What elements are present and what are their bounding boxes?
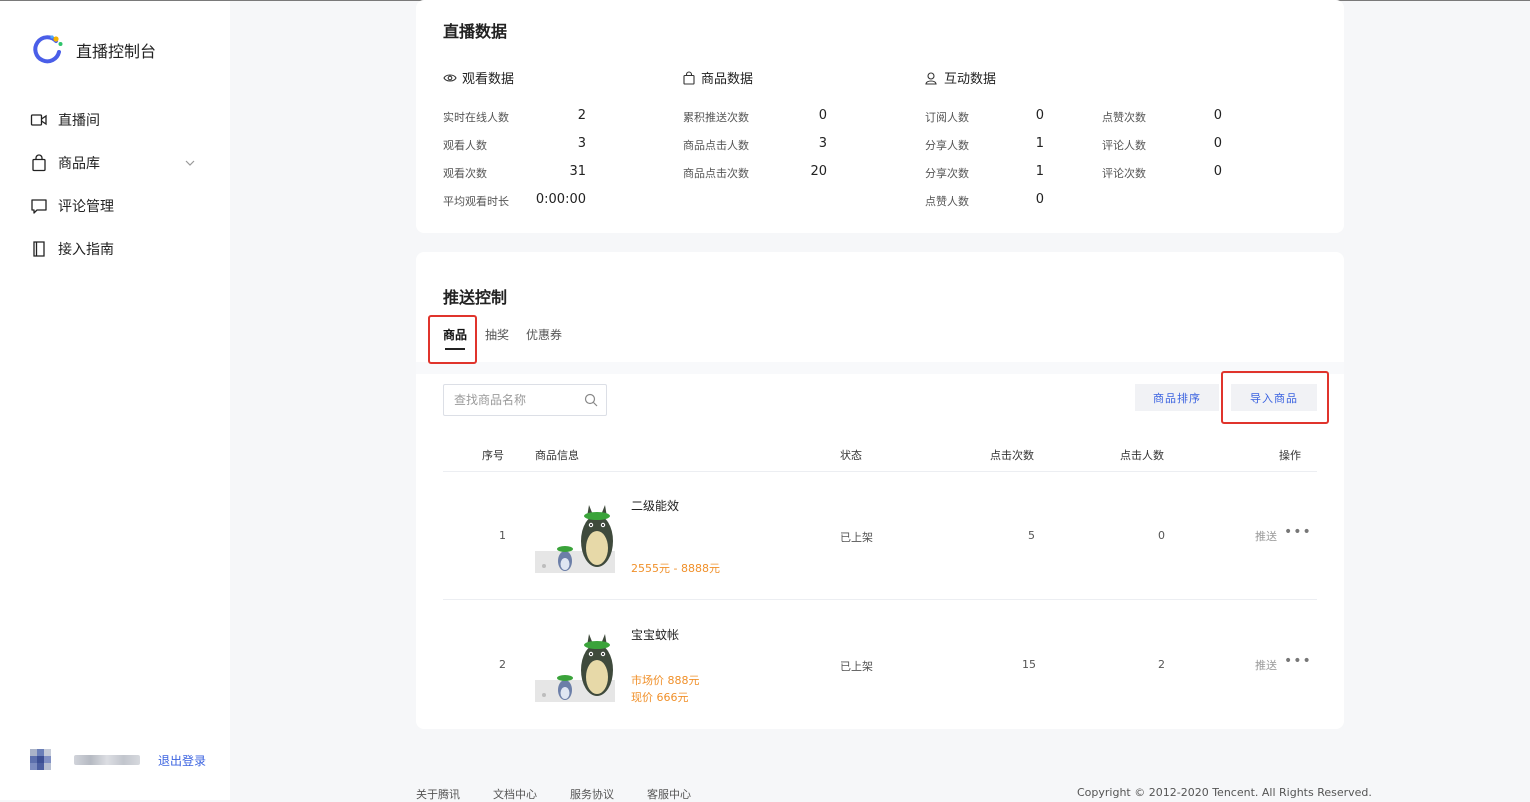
video-camera-icon — [30, 114, 47, 126]
column-header-product-info: 商品信息 — [535, 449, 579, 462]
stat-value: 31 — [569, 164, 586, 179]
sort-products-button[interactable]: 商品排序 — [1135, 384, 1219, 411]
product-price: 2555元 - 8888元 — [631, 562, 720, 575]
stat-label: 累积推送次数 — [683, 111, 749, 124]
stat-label: 评论人数 — [1102, 139, 1146, 152]
comment-icon — [31, 199, 47, 214]
stat-value: 1 — [1035, 136, 1044, 151]
stat-value: 20 — [810, 164, 827, 179]
chevron-down-icon[interactable] — [184, 157, 196, 169]
product-current-price: 现价 666元 — [631, 691, 689, 704]
stat-value: 0 — [1213, 108, 1222, 123]
tabs-divider-band — [416, 362, 1344, 374]
stat-label: 分享次数 — [925, 167, 969, 180]
row-index: 2 — [499, 658, 506, 671]
stat-label: 订阅人数 — [925, 111, 969, 124]
push-control-title: 推送控制 — [443, 288, 508, 307]
stat-value: 0:00:00 — [535, 192, 586, 207]
goods-data-heading: 商品数据 — [682, 68, 753, 87]
more-options-icon[interactable]: ••• — [1284, 524, 1312, 540]
sidebar-item-product-library[interactable]: 商品库 — [30, 153, 200, 173]
table-divider — [443, 471, 1317, 472]
user-name-blurred — [74, 755, 140, 765]
eye-icon — [443, 73, 457, 82]
stat-label: 实时在线人数 — [443, 111, 509, 124]
sidebar-item-live-room[interactable]: 直播间 — [30, 110, 200, 130]
column-header-clicks: 点击次数 — [990, 449, 1034, 462]
product-market-price: 市场价 888元 — [631, 674, 700, 687]
stat-label: 观看次数 — [443, 167, 487, 180]
stat-label: 点赞次数 — [1102, 111, 1146, 124]
product-thumbnail-image[interactable] — [535, 493, 615, 573]
sidebar: 直播控制台 直播间 商品库 评论管理 接入指南 退出登录 — [0, 1, 230, 800]
user-area: 退出登录 — [30, 749, 206, 771]
stat-label: 观看人数 — [443, 139, 487, 152]
click-users: 0 — [1158, 529, 1165, 542]
stat-value: 3 — [577, 136, 586, 151]
click-users: 2 — [1158, 658, 1165, 671]
highlight-box-import-button — [1221, 371, 1329, 424]
stat-value: 0 — [818, 108, 827, 123]
row-index: 1 — [499, 529, 506, 542]
shopping-bag-icon — [32, 154, 46, 172]
stat-label: 点赞人数 — [925, 195, 969, 208]
user-icon — [925, 71, 937, 85]
stat-value: 0 — [1035, 192, 1044, 207]
stat-value: 0 — [1213, 136, 1222, 151]
stat-value: 0 — [1035, 108, 1044, 123]
table-divider — [443, 599, 1317, 600]
live-data-card: 直播数据 观看数据 商品数据 互动数据 实时在线人数 2 观看人数 3 观看次数… — [416, 0, 1344, 233]
stat-value: 2 — [577, 108, 586, 123]
stat-value: 1 — [1035, 164, 1044, 179]
product-thumbnail-image[interactable] — [535, 622, 615, 702]
app-title: 直播控制台 — [76, 42, 157, 61]
tab-lottery[interactable]: 抽奖 — [485, 326, 509, 343]
column-header-actions: 操作 — [1279, 449, 1301, 462]
stat-label: 分享人数 — [925, 139, 969, 152]
interact-data-heading: 互动数据 — [925, 68, 996, 87]
stat-label: 商品点击人数 — [683, 139, 749, 152]
live-data-title: 直播数据 — [443, 22, 508, 41]
product-status: 已上架 — [840, 660, 873, 673]
search-icon[interactable] — [584, 393, 598, 407]
sidebar-item-label: 接入指南 — [58, 242, 114, 258]
click-count: 5 — [1028, 529, 1035, 542]
product-name: 宝宝蚊帐 — [631, 628, 680, 642]
sidebar-item-label: 评论管理 — [58, 199, 114, 215]
push-button[interactable]: 推送 — [1255, 657, 1277, 673]
book-icon — [33, 241, 45, 257]
push-button[interactable]: 推送 — [1255, 528, 1277, 544]
logout-link[interactable]: 退出登录 — [158, 752, 206, 769]
sidebar-item-label: 直播间 — [58, 113, 100, 129]
product-name: 二级能效 — [631, 499, 680, 513]
column-header-click-users: 点击人数 — [1120, 449, 1164, 462]
highlight-box-goods-tab — [428, 315, 477, 364]
stat-label: 评论次数 — [1102, 167, 1146, 180]
app-logo[interactable]: 直播控制台 — [30, 33, 156, 67]
product-status: 已上架 — [840, 531, 873, 544]
sidebar-item-comments[interactable]: 评论管理 — [30, 196, 200, 216]
watch-data-heading: 观看数据 — [443, 68, 514, 87]
tab-coupon[interactable]: 优惠券 — [526, 326, 562, 343]
avatar — [30, 749, 52, 771]
shopping-bag-icon — [683, 70, 695, 85]
footer-copyright: Copyright © 2012-2020 Tencent. All Right… — [1077, 786, 1372, 799]
stat-value: 3 — [818, 136, 827, 151]
search-input[interactable] — [452, 392, 582, 408]
click-count: 15 — [1022, 658, 1036, 671]
sidebar-item-label: 商品库 — [58, 156, 100, 172]
logo-icon — [33, 35, 63, 64]
sidebar-item-guide[interactable]: 接入指南 — [30, 239, 200, 259]
column-header-status: 状态 — [840, 449, 862, 462]
push-control-card: 推送控制 商品 抽奖 优惠券 商品排序 导入商品 序号 商品信息 状态 点击次数… — [416, 252, 1344, 729]
stat-label: 商品点击次数 — [683, 167, 749, 180]
column-header-index: 序号 — [482, 449, 504, 462]
stat-label: 平均观看时长 — [443, 195, 509, 208]
product-search[interactable] — [443, 384, 607, 416]
more-options-icon[interactable]: ••• — [1284, 653, 1312, 669]
stat-value: 0 — [1213, 164, 1222, 179]
